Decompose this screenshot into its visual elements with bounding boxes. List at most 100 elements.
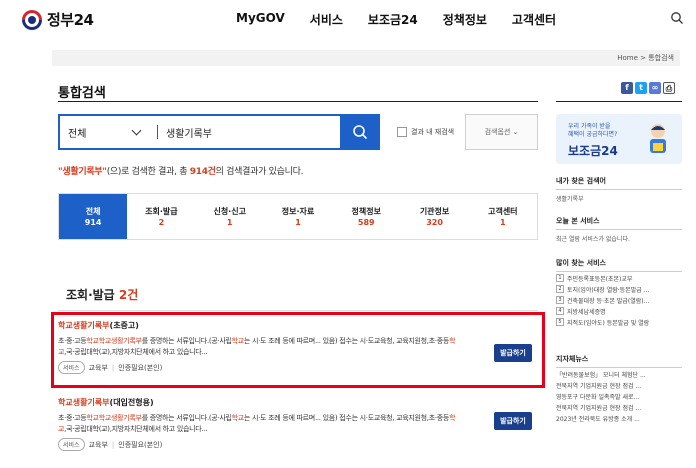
result-auth: 인증필요(본인) — [118, 440, 163, 449]
tab-inquiry-issue[interactable]: 조회·발급 2 — [127, 194, 195, 239]
result-title[interactable]: 학교생활기록부(대입전형용) — [58, 397, 538, 408]
local-news: 지자체뉴스 「반려동물보험」 모니터 체험단 ... 전북지역 기업지원금 현장… — [556, 354, 682, 423]
type-badge: 서비스 — [58, 438, 85, 451]
tab-count: 589 — [357, 218, 375, 227]
search-icon[interactable] — [670, 11, 684, 25]
nav-services[interactable]: 서비스 — [310, 11, 343, 28]
tab-all[interactable]: 전체 914 — [59, 194, 128, 239]
tab-label: 정보·자료 — [281, 207, 315, 216]
breadcrumb[interactable]: Home > 통합검색 — [617, 53, 674, 63]
facebook-icon[interactable]: f — [621, 82, 633, 94]
rank-badge: 4 — [556, 307, 564, 315]
issue-button[interactable]: 발급하기 — [494, 412, 532, 430]
chevron-down-icon[interactable] — [131, 125, 142, 136]
government-emblem-icon — [22, 9, 42, 30]
promo-text: 우리 가족이 받을 혜택이 궁금하다면? — [568, 123, 617, 139]
tab-count: 2 — [158, 218, 165, 227]
nav-subsidy24[interactable]: 보조금24 — [368, 11, 418, 28]
tab-label: 전체 — [85, 207, 101, 216]
tab-agency-info[interactable]: 기관정보 320 — [400, 194, 468, 239]
desc-keyword: 학교학교생활기록부 — [86, 414, 142, 422]
tab-label: 고객센터 — [488, 207, 518, 216]
result-title-suffix: (대입전형용) — [109, 398, 154, 407]
scope-select[interactable]: 전체 — [68, 125, 86, 140]
tab-policy-info[interactable]: 정책정보 589 — [332, 194, 400, 239]
breadcrumb-bar: Home > 통합검색 — [52, 50, 680, 66]
nav-policy-info[interactable]: 정책정보 — [443, 11, 487, 28]
subsidy24-banner[interactable]: 우리 가족이 받을 혜택이 궁금하다면? 보조금24 — [556, 114, 682, 164]
promo-title: 보조금24 — [568, 144, 618, 158]
search-button[interactable] — [340, 114, 380, 150]
result-item: 학교생활기록부(대입전형용) 초·중·고등학교학교생활기록부를 증명하는 서류입… — [58, 397, 538, 451]
section-title-text: 조회·발급 — [66, 288, 115, 302]
news-item[interactable]: 「반려동물보험」 모니터 체험단 ... — [556, 370, 682, 379]
highlight-box — [51, 312, 545, 388]
meta-separator: | — [111, 440, 115, 449]
result-item: 학교생활기록부(초중고) 초·중·고등학교학교생활기록부를 증명하는 서류입니다… — [51, 312, 545, 388]
popular-service-label: 주민등록표등본(초본)교부 — [567, 276, 633, 283]
search-within-results[interactable]: 결과 내 재검색 — [397, 127, 454, 137]
popular-service-item[interactable]: 4 지방세납세증명 — [556, 307, 682, 316]
popular-services: 많이 찾는 서비스 1 주민등록표등본(초본)교부 2 토지(임야)대장 열람·등본… — [556, 258, 682, 327]
nav-mygov[interactable]: MyGOV — [236, 11, 285, 28]
section-title: 조회·발급 2건 — [66, 286, 138, 303]
popular-service-item[interactable]: 2 토지(임야)대장 열람·등본발급 ... — [556, 285, 682, 294]
tab-application-report[interactable]: 신청·신고 1 — [196, 194, 264, 239]
character-icon — [650, 124, 666, 153]
search-icon — [353, 125, 368, 140]
desc-text: 초·중·고등 — [58, 414, 87, 422]
popular-service-item[interactable]: 3 건축물대장 등·초본 발급(열람)... — [556, 296, 682, 305]
summary-count: 914건 — [189, 167, 216, 177]
tab-label: 정책정보 — [351, 207, 381, 216]
promo-line-2: 혜택이 궁금하다면? — [568, 131, 618, 138]
section-divider — [58, 310, 538, 311]
share-tools: f t ∞ ⎙ — [621, 82, 675, 94]
news-item[interactable]: 영등포구 다문화 일촉즉발 새로... — [556, 392, 682, 401]
news-item[interactable]: 전북지역 기업지원금 현장 점검 ... — [556, 403, 682, 412]
result-meta: 서비스 교육부 | 인증필요(본인) — [58, 438, 538, 451]
twitter-icon[interactable]: t — [635, 82, 647, 94]
nav-customer-center[interactable]: 고객센터 — [512, 11, 556, 28]
tab-count: 1 — [500, 218, 506, 227]
desc-text: ,국·공립대학(교),지방자치단체에서 하고 있습니다... — [64, 425, 208, 433]
issue-button[interactable]: 발급하기 — [494, 344, 532, 362]
title-divider-right — [556, 101, 682, 102]
popular-service-item[interactable]: 1 주민등록표등본(초본)교부 — [556, 274, 682, 283]
page-title: 통합검색 — [58, 86, 106, 101]
popular-service-label: 지적도(임야도) 등본발급 및 열람 — [567, 320, 650, 327]
popular-service-label: 건축물대장 등·초본 발급(열람)... — [567, 298, 650, 305]
result-summary: "생활기록부"(으)로 검색한 결과, 총 914건의 검색결과가 있습니다. — [58, 164, 303, 177]
summary-text-2: 의 검색결과가 있습니다. — [215, 167, 304, 177]
search-options-button[interactable]: 검색옵션 ⌄ — [465, 114, 538, 150]
promo-line-1: 우리 가족이 받을 — [568, 123, 611, 130]
my-searches: 내가 찾은 검색어 생활기록부 — [556, 176, 682, 203]
desc-text: 를 증명하는 서류입니다.(공·사립 — [141, 414, 232, 422]
popular-service-label: 지방세납세증명 — [567, 309, 606, 316]
tab-customer-center[interactable]: 고객센터 1 — [469, 194, 537, 239]
search-within-checkbox[interactable] — [397, 127, 407, 137]
news-item[interactable]: 전북지역 기업지원금 현장 점검 ... — [556, 381, 682, 390]
results-section: 조회·발급 2건 학교생활기록부(초중고) 초·중·고등학교학교생활기록부를 증… — [51, 270, 545, 465]
category-tabs: 전체 914 조회·발급 2 신청·신고 1 정보·자료 1 정책정보 589 기관정보 3… — [58, 193, 538, 240]
tab-label: 조회·발급 — [145, 207, 178, 216]
today-services-title: 오늘 본 서비스 — [556, 216, 682, 230]
tab-count: 1 — [226, 218, 233, 227]
popular-services-title: 많이 찾는 서비스 — [556, 258, 682, 272]
print-icon[interactable]: ⎙ — [663, 82, 675, 94]
result-title-keyword: 학교생활기록부 — [58, 398, 110, 407]
my-search-item[interactable]: 생활기록부 — [556, 194, 682, 203]
search-options-label: 검색옵션 — [484, 128, 511, 136]
search-input[interactable]: 생활기록부 — [166, 125, 212, 140]
logo-text: 정부24 — [47, 11, 94, 29]
tab-info-data[interactable]: 정보·자료 1 — [264, 194, 332, 239]
desc-text: 는 시·도 조례 등에 따르며... 있음) 접수는 시·도교육청, 교육지원청… — [243, 414, 450, 422]
search-within-label: 결과 내 재검색 — [411, 128, 455, 136]
site-logo[interactable]: 정부24 — [22, 9, 94, 30]
tab-count: 1 — [295, 218, 301, 227]
popular-service-item[interactable]: 5 지적도(임야도) 등본발급 및 열람 — [556, 318, 682, 327]
news-item[interactable]: 2023년 전라북도 유방종 소개 ... — [556, 414, 682, 423]
result-org: 교육부 — [88, 440, 108, 449]
link-icon[interactable]: ∞ — [649, 82, 661, 94]
desc-keyword: 학교 — [231, 414, 245, 422]
section-count: 2건 — [118, 288, 139, 302]
